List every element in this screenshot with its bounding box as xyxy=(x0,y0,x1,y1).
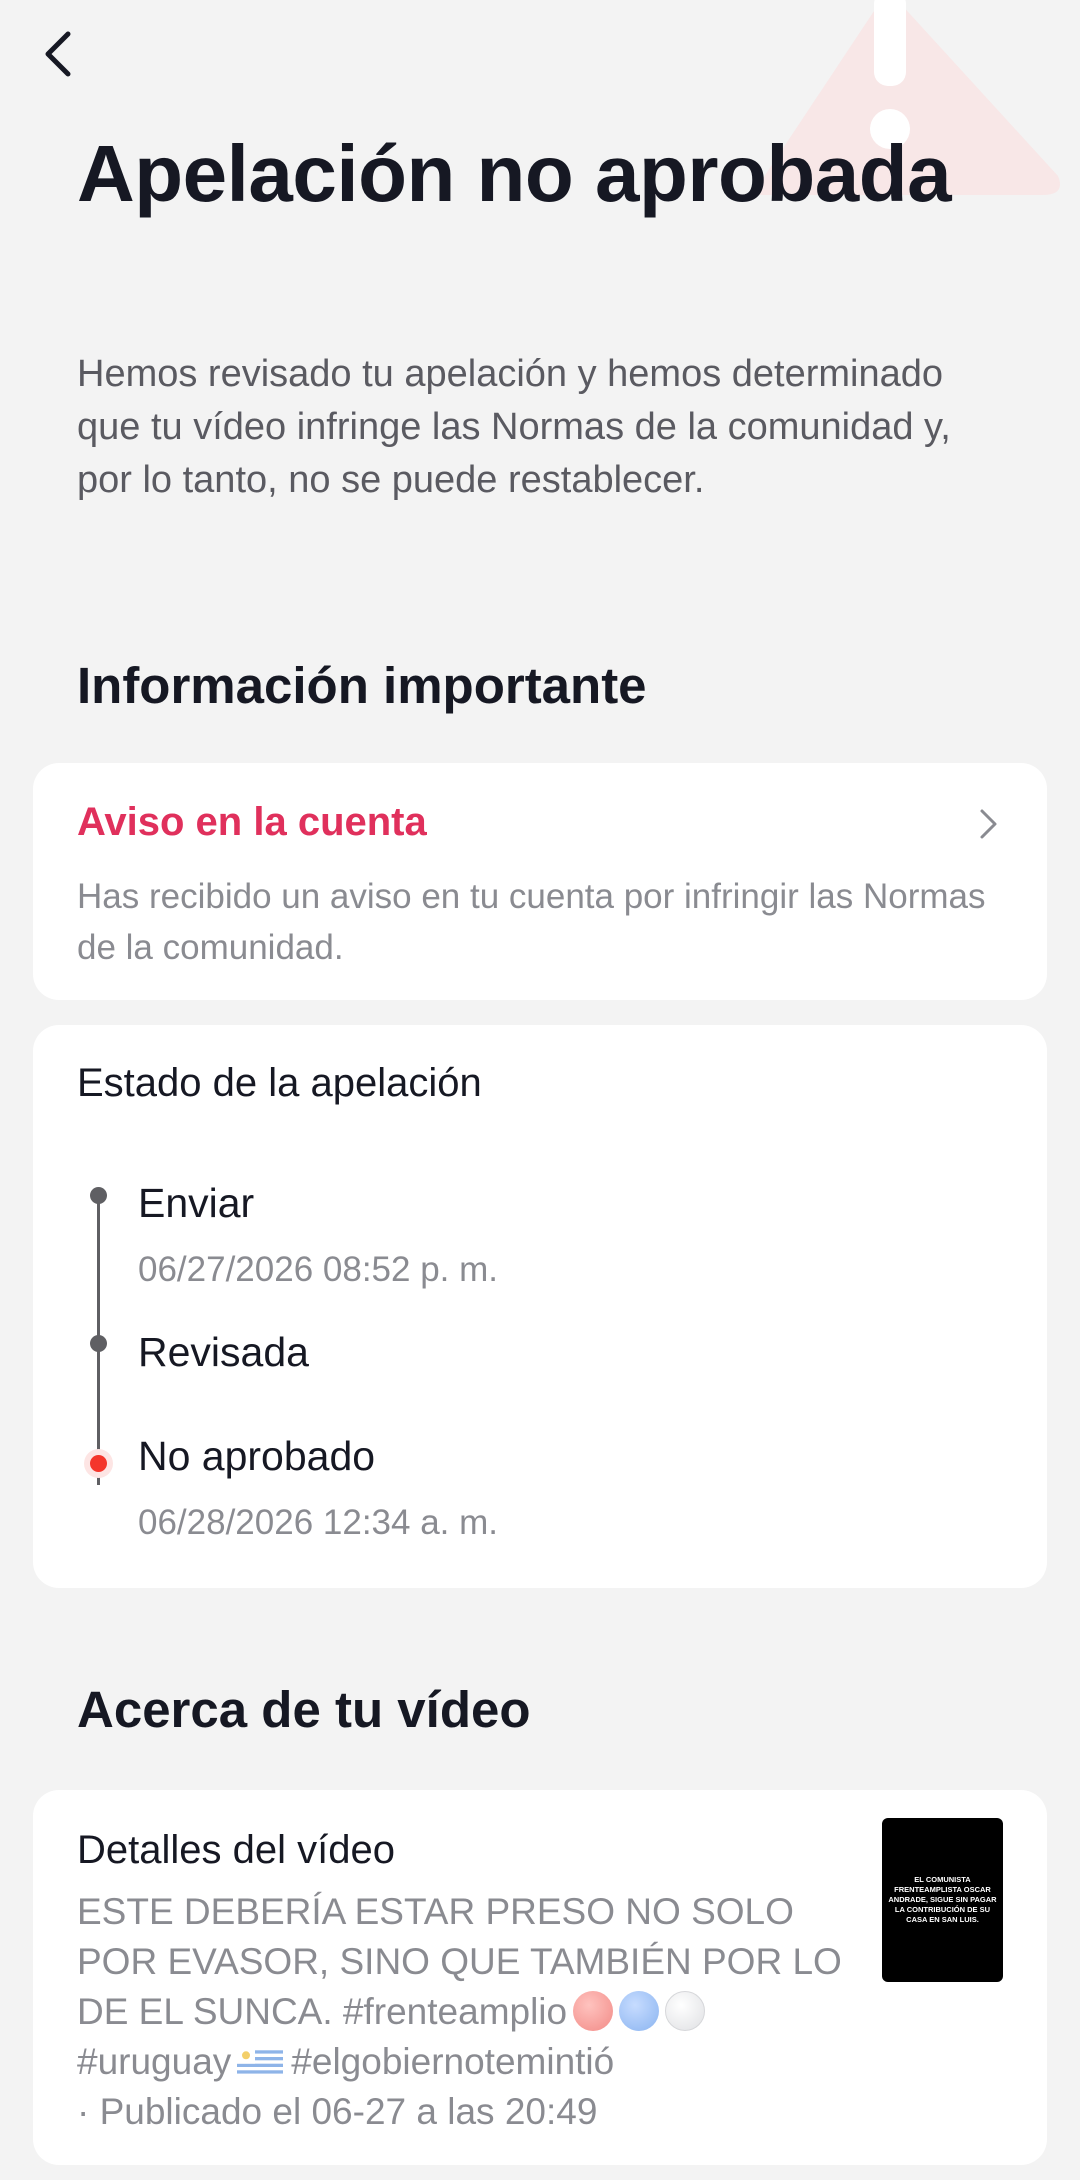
account-notice-description: Has recibido un aviso en tu cuenta por i… xyxy=(77,877,986,967)
timeline-step-label: Revisada xyxy=(138,1329,309,1375)
back-button[interactable] xyxy=(40,22,96,86)
important-info-heading: Información importante xyxy=(77,657,647,714)
video-caption: ESTE DEBERÍA ESTAR PRESO NO SOLO POR EVA… xyxy=(77,1891,842,2032)
chevron-right-icon xyxy=(980,809,997,839)
about-video-heading: Acerca de tu vídeo xyxy=(77,1681,531,1738)
page-title: Apelación no aprobada xyxy=(77,129,952,218)
video-hashtag-uruguay: #uruguay xyxy=(77,2041,232,2082)
video-description: ESTE DEBERÍA ESTAR PRESO NO SOLO POR EVA… xyxy=(77,1887,877,2137)
video-details-title: Detalles del vídeo xyxy=(77,1828,395,1872)
video-published-date: · Publicado el 06-27 a las 20:49 xyxy=(77,2091,598,2132)
timeline-dot-sent xyxy=(90,1187,107,1204)
video-details-card: Detalles del vídeo ESTE DEBERÍA ESTAR PR… xyxy=(33,1790,1047,2165)
video-hashtag-gobierno: #elgobiernotemintió xyxy=(291,2041,615,2082)
appeal-status-card: Estado de la apelación Enviar 06/27/2026… xyxy=(33,1025,1047,1588)
account-notice-card[interactable]: Aviso en la cuenta Has recibido un aviso… xyxy=(33,763,1047,1000)
timeline-step-date: 06/27/2026 08:52 p. m. xyxy=(138,1250,498,1289)
timeline-dot-not-approved xyxy=(84,1449,113,1478)
timeline-step-label: Enviar xyxy=(138,1180,255,1226)
page-subtitle: Hemos revisado tu apelación y hemos dete… xyxy=(77,353,951,501)
timeline-step-label: No aprobado xyxy=(138,1433,376,1479)
video-thumbnail-text: EL COMUNISTA FRENTEAMPLISTA OSCAR ANDRAD… xyxy=(888,1875,997,1924)
chevron-left-icon xyxy=(45,31,71,77)
timeline-step-date: 06/28/2026 12:34 a. m. xyxy=(138,1503,498,1542)
uruguay-flag-icon xyxy=(237,2047,284,2077)
account-notice-title: Aviso en la cuenta xyxy=(77,800,427,844)
timeline-dot-reviewed xyxy=(90,1335,107,1352)
blue-circle-icon xyxy=(619,1991,660,2031)
red-circle-icon xyxy=(573,1991,614,2031)
white-circle-icon xyxy=(665,1991,706,2031)
appeal-status-title: Estado de la apelación xyxy=(77,1061,482,1105)
video-thumbnail[interactable]: EL COMUNISTA FRENTEAMPLISTA OSCAR ANDRAD… xyxy=(882,1818,1003,1982)
